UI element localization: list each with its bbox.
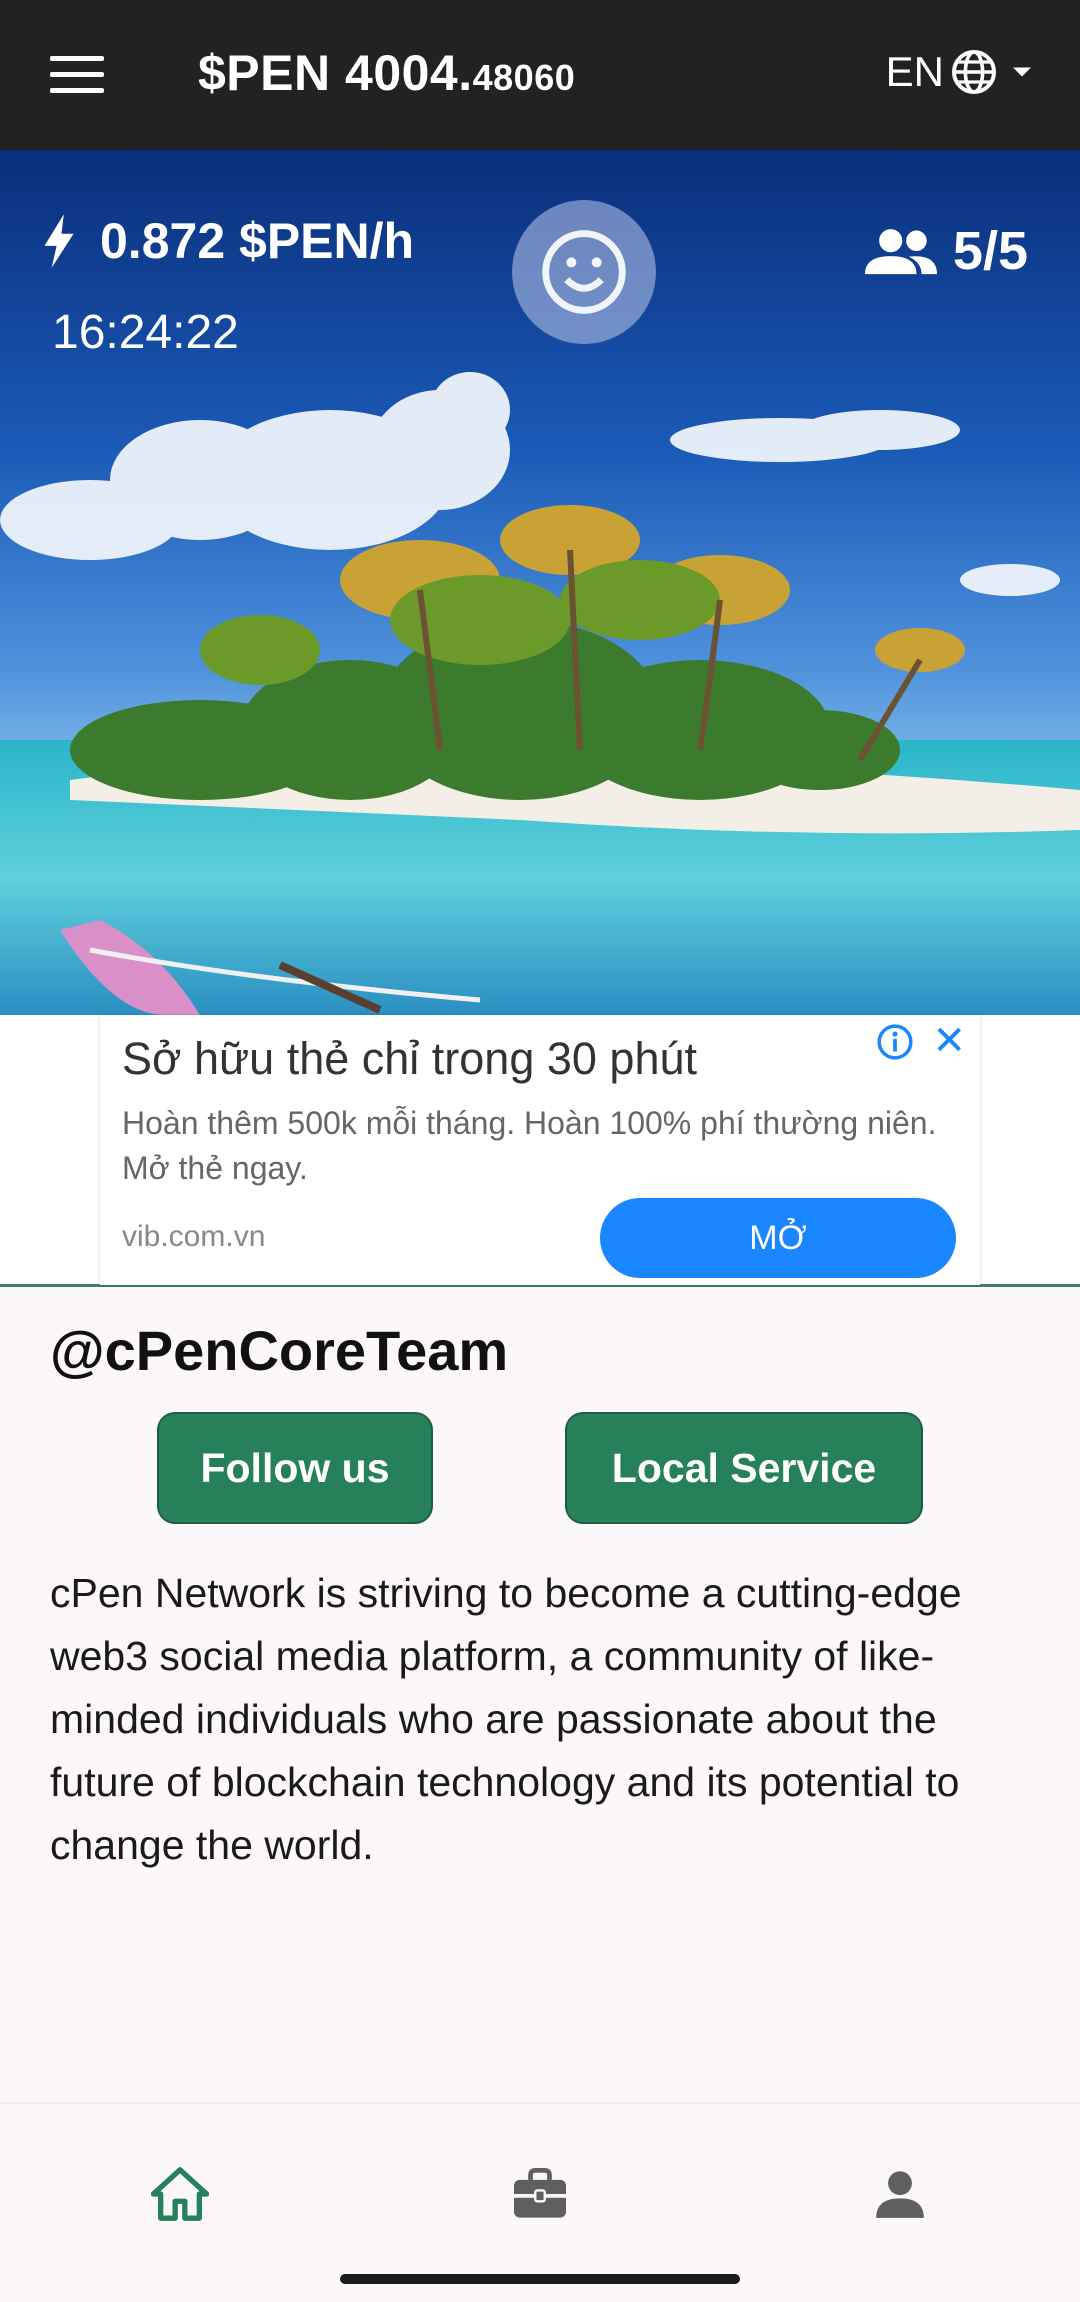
session-timer: 16:24:22 [52, 306, 239, 359]
hero-banner: 0.872 $PEN/h 16:24:22 5/5 [0, 150, 1080, 1015]
lightning-icon [44, 214, 74, 268]
follow-us-button[interactable]: Follow us [157, 1412, 433, 1524]
balance-decimals: 48060 [472, 57, 576, 98]
local-service-button[interactable]: Local Service [565, 1412, 923, 1524]
close-icon[interactable]: ✕ [932, 1021, 966, 1061]
people-icon [864, 229, 937, 275]
caret-down-icon [1013, 67, 1031, 77]
ad-domain: vib.com.vn [122, 1220, 266, 1253]
nav-home[interactable] [140, 2154, 220, 2234]
language-selector[interactable]: EN [886, 42, 1040, 102]
ad-title: Sở hữu thẻ chỉ trong 30 phút [122, 1033, 698, 1084]
team-handle: @cPenCoreTeam [50, 1319, 509, 1382]
globe-icon [952, 50, 996, 94]
nav-profile[interactable] [860, 2154, 940, 2234]
ad-open-button[interactable]: MỞ [600, 1198, 956, 1278]
ad-card[interactable]: Sở hữu thẻ chỉ trong 30 phút Hoàn thêm 5… [100, 1015, 980, 1285]
ad-description: Hoàn thêm 500k mỗi tháng. Hoàn 100% phí … [122, 1105, 937, 1186]
ad-banner: Sở hữu thẻ chỉ trong 30 phút Hoàn thêm 5… [0, 1015, 1080, 1287]
referral-count[interactable]: 5/5 [864, 220, 1028, 282]
info-icon[interactable] [876, 1023, 914, 1061]
person-icon [876, 2171, 924, 2218]
mining-rate-value: 0.872 $PEN/h [100, 213, 415, 269]
language-label: EN [885, 48, 944, 95]
app-bar: $PEN 4004.48060 EN [0, 0, 1080, 150]
nav-work[interactable] [500, 2154, 580, 2234]
balance-display: $PEN 4004.48060 [198, 44, 575, 102]
referral-count-value: 5/5 [952, 221, 1028, 281]
home-icon [151, 2167, 209, 2221]
network-description: cPen Network is striving to become a cut… [50, 1570, 962, 1868]
briefcase-icon [514, 2168, 566, 2218]
bottom-navigation [0, 2102, 1080, 2302]
gesture-bar [340, 2274, 740, 2284]
hamburger-menu-icon[interactable] [50, 56, 104, 94]
mine-button[interactable] [512, 200, 656, 344]
balance-main: $PEN 4004. [198, 45, 473, 101]
smiley-icon [542, 230, 626, 314]
mining-rate: 0.872 $PEN/h [42, 212, 414, 270]
